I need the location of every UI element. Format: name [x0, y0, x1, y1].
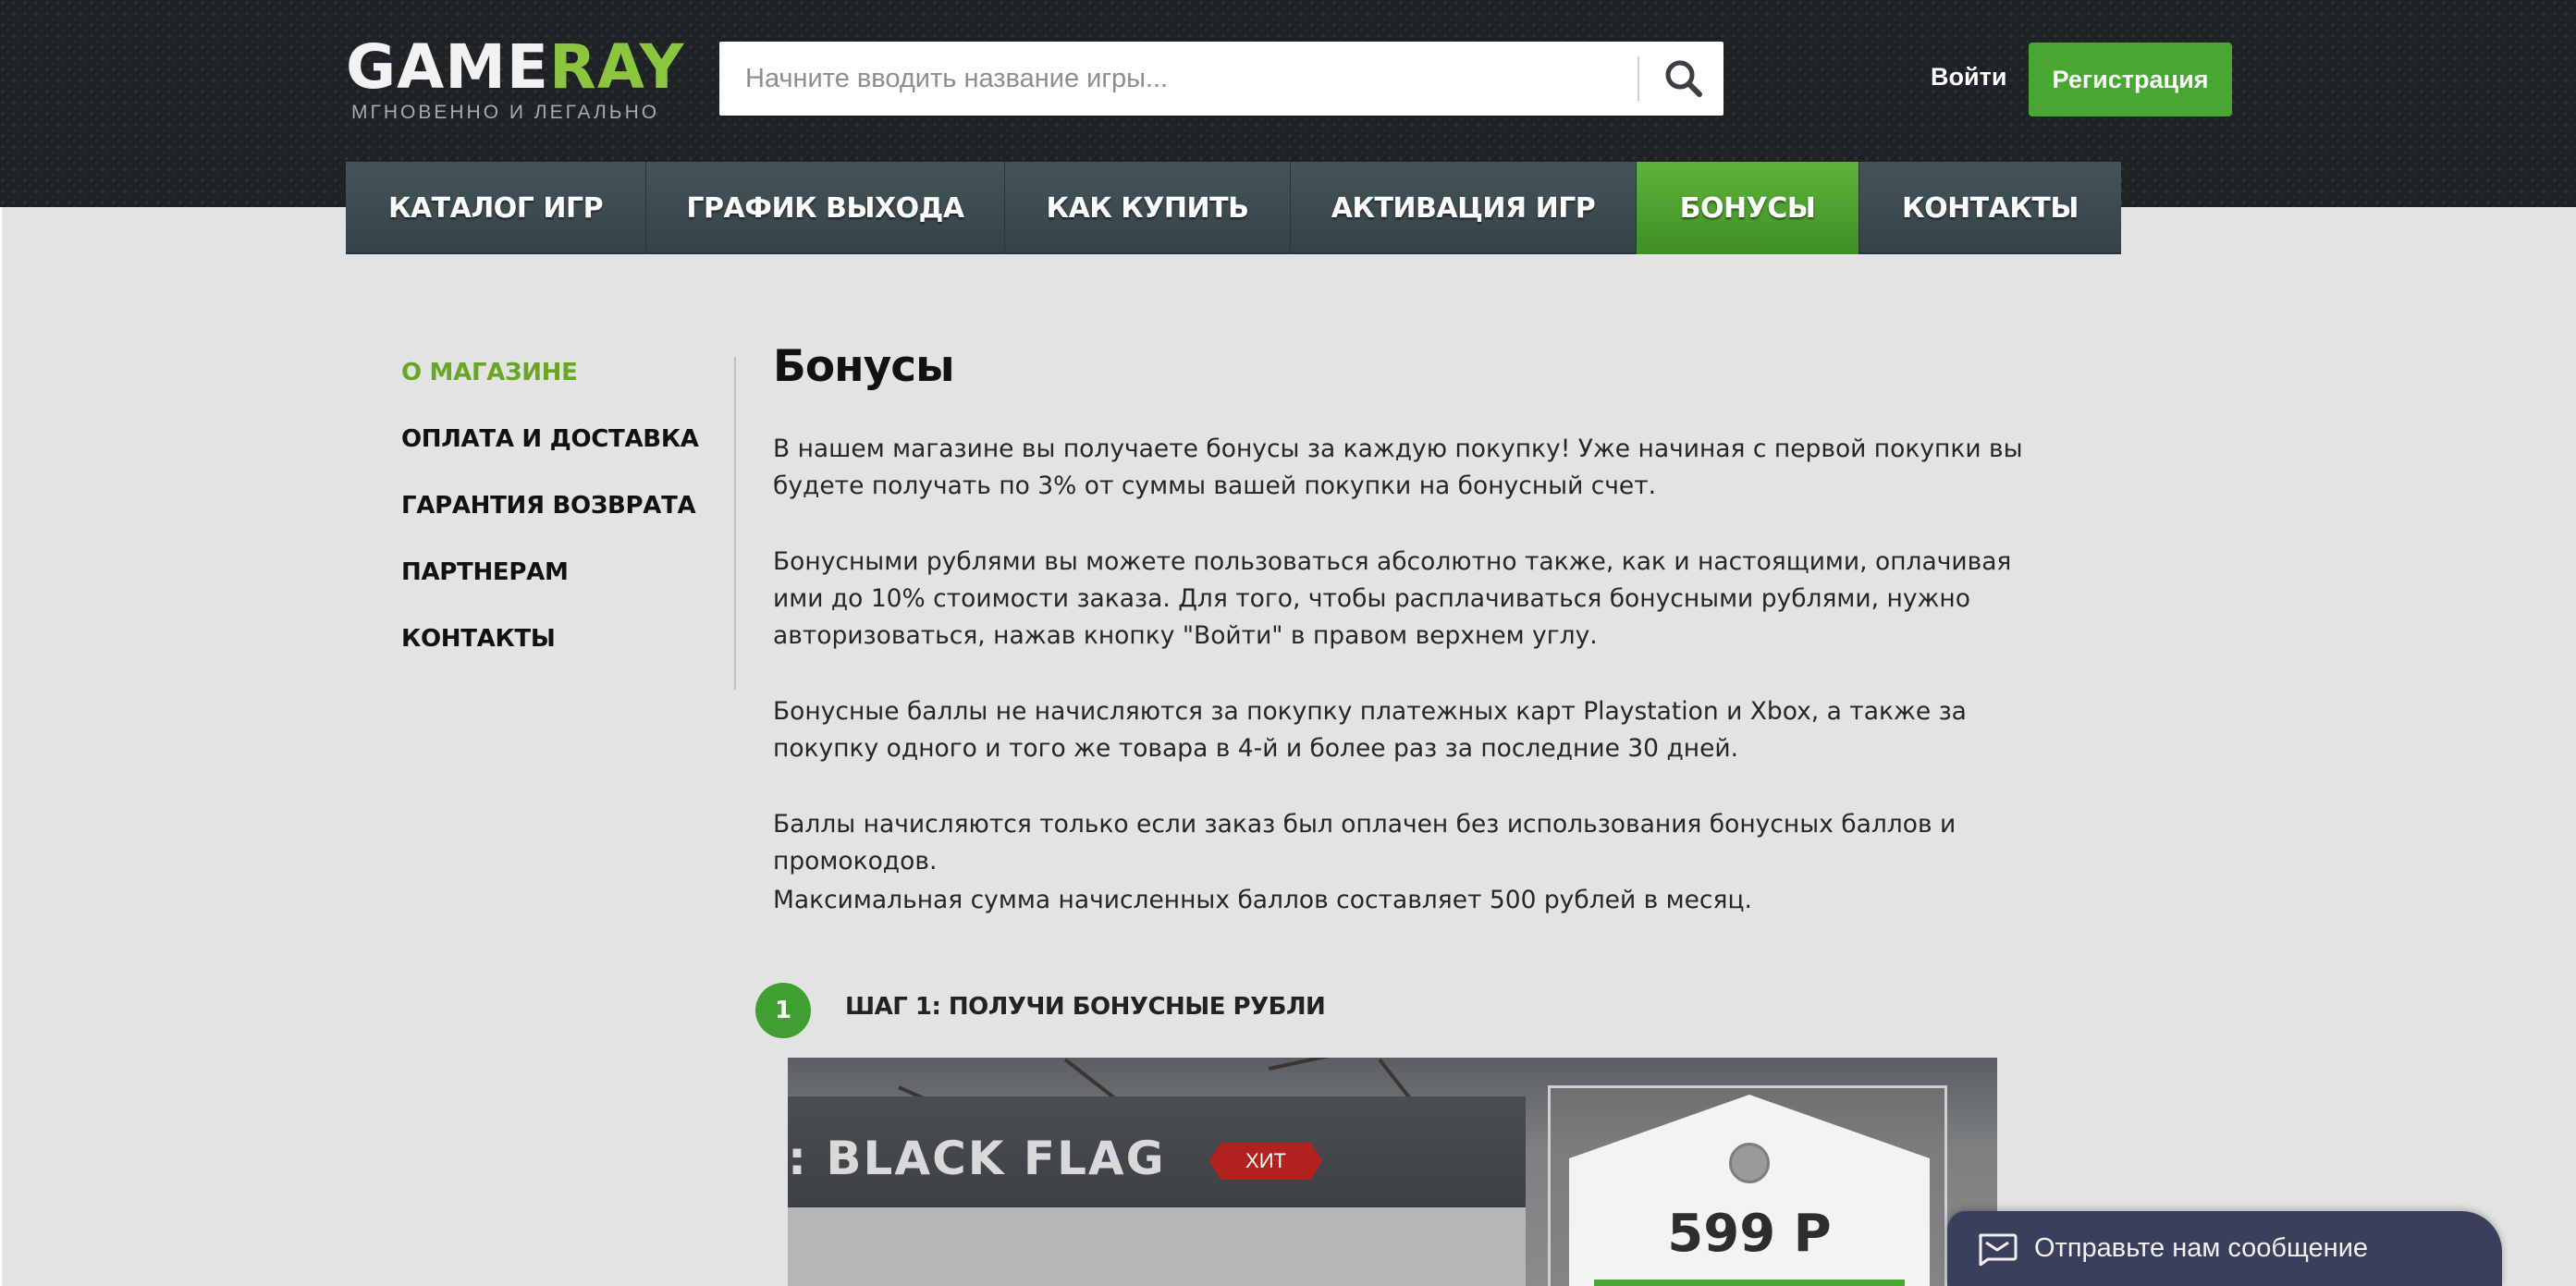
logo-tagline: МГНОВЕННО И ЛЕГАЛЬНО	[351, 102, 660, 123]
page-title: Бонусы	[773, 341, 955, 392]
step-number-badge: 1	[755, 983, 811, 1038]
gameray-logo[interactable]: GAMERAY МГНОВЕННО И ЛЕГАЛЬНО	[346, 35, 683, 124]
sidebar-item-payment-delivery[interactable]: ОПЛАТА И ДОСТАВКА	[401, 416, 734, 483]
chat-widget[interactable]: Отправьте нам сообщение	[1947, 1211, 2502, 1286]
search-button[interactable]	[1644, 42, 1723, 116]
logo-wordmark: GAMERAY	[346, 35, 683, 100]
nav-item-bonuses[interactable]: БОНУСЫ	[1637, 162, 1859, 254]
chat-label: Отправьте нам сообщение	[2034, 1233, 2369, 1263]
rope-decoration	[1268, 1058, 1540, 1071]
main-content: Бонусы В нашем магазине вы получаете бон…	[773, 335, 2040, 914]
chat-icon	[1979, 1233, 2018, 1266]
search-input[interactable]	[719, 42, 1635, 116]
game-info-panel	[788, 1207, 1526, 1286]
nav-item-activation[interactable]: АКТИВАЦИЯ ИГР	[1291, 162, 1637, 254]
paragraph-bonus-limit: Максимальная сумма начисленных баллов со…	[773, 886, 1752, 914]
game-title: : BLACK FLAG	[788, 1132, 1166, 1185]
nav-item-release-schedule[interactable]: ГРАФИК ВЫХОДА	[646, 162, 1005, 254]
paragraph-bonus-conditions: Баллы начисляются только если заказ был …	[773, 810, 1957, 876]
sidebar-item-contacts[interactable]: КОНТАКТЫ	[401, 616, 734, 682]
step-preview-image: : BLACK FLAG ХИТ 599 Р	[788, 1058, 1997, 1286]
search-icon	[1665, 60, 1702, 97]
paragraph-bonus-intro: В нашем магазине вы получаете бонусы за …	[773, 435, 2023, 500]
paragraph-bonus-exclusions: Бонусные баллы не начисляются за покупку…	[773, 697, 1967, 763]
main-nav: КАТАЛОГ ИГР ГРАФИК ВЫХОДА КАК КУПИТЬ АКТ…	[346, 162, 2121, 254]
price-tag-hole	[1729, 1143, 1770, 1183]
hit-badge: ХИТ	[1209, 1143, 1322, 1180]
step-title: ШАГ 1: ПОЛУЧИ БОНУСНЫЕ РУБЛИ	[845, 993, 1326, 1021]
register-button[interactable]: Регистрация	[2029, 43, 2232, 116]
logo-word-game: GAME	[346, 31, 550, 103]
search-box	[719, 42, 1723, 116]
logo-word-ray: RAY	[549, 31, 685, 103]
search-divider	[1638, 56, 1639, 101]
nav-item-how-to-buy[interactable]: КАК КУПИТЬ	[1005, 162, 1291, 254]
nav-item-catalog[interactable]: КАТАЛОГ ИГР	[346, 162, 646, 254]
price-value: 599 Р	[1667, 1204, 1832, 1264]
sidebar-item-about[interactable]: О МАГАЗИНЕ	[401, 349, 734, 416]
page-left-edge	[0, 207, 2, 1286]
login-link[interactable]: Войти	[1931, 63, 2006, 92]
sidebar-item-refund-guarantee[interactable]: ГАРАНТИЯ ВОЗВРАТА	[401, 483, 734, 549]
paragraph-bonus-usage: Бонусными рублями вы можете пользоваться…	[773, 547, 2012, 650]
buy-strip	[1594, 1280, 1905, 1286]
nav-item-contacts[interactable]: КОНТАКТЫ	[1859, 162, 2121, 254]
sidebar-divider	[734, 357, 736, 690]
sidebar-menu: О МАГАЗИНЕ ОПЛАТА И ДОСТАВКА ГАРАНТИЯ ВО…	[401, 349, 734, 682]
sidebar-item-partners[interactable]: ПАРТНЕРАМ	[401, 549, 734, 616]
